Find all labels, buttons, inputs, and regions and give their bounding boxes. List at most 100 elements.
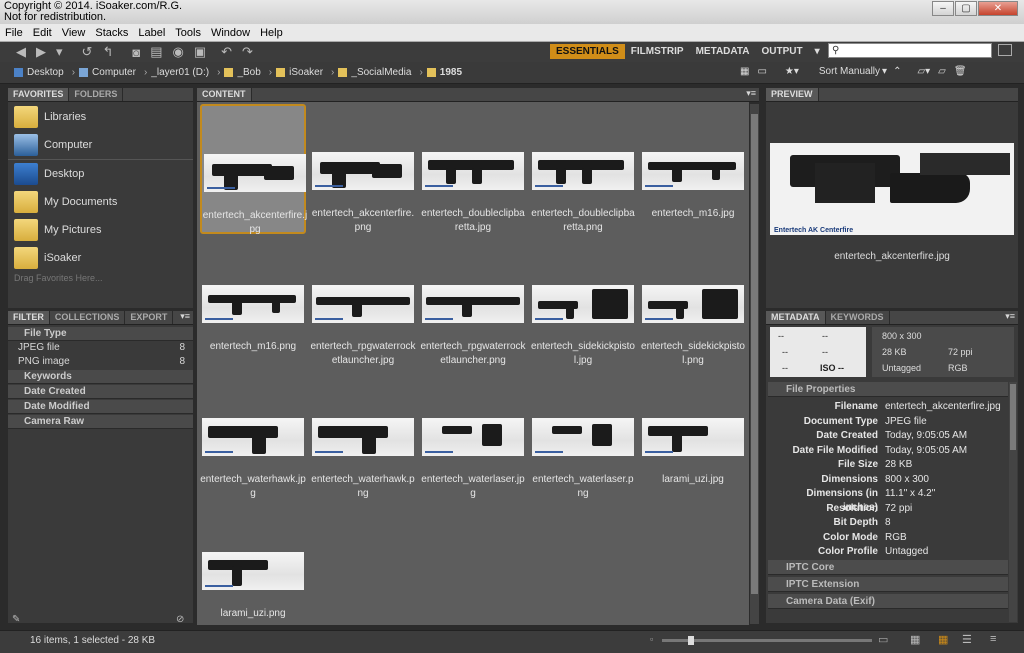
tab-collections[interactable]: COLLECTIONS [50, 311, 126, 324]
thumbnail-item[interactable]: entertech_sidekickpistol.jpg [530, 237, 636, 367]
back-icon[interactable]: ◀ [16, 44, 26, 60]
open-folder-icon[interactable]: ▱▾ [917, 66, 930, 77]
scroll-thumb[interactable] [1010, 384, 1016, 450]
thumbnail-item[interactable]: entertech_waterlaser.png [530, 370, 636, 500]
close-button[interactable]: ✕ [978, 1, 1018, 16]
zoom-out-icon[interactable]: ▫ [650, 634, 653, 644]
output-icon[interactable]: ▣ [194, 44, 206, 60]
section-iptc-core[interactable]: IPTC Core [768, 560, 1008, 575]
reveal-icon[interactable]: ↰ [102, 44, 113, 60]
workspace-output[interactable]: OUTPUT [755, 44, 808, 59]
thumbnail-item[interactable]: entertech_m16.jpg [640, 104, 746, 234]
favorite-isoaker[interactable]: iSoaker [14, 247, 81, 269]
sort-dropdown[interactable]: Sort Manually [819, 66, 880, 77]
crumb-socialmedia[interactable]: _SocialMedia › [338, 67, 423, 78]
filter-section-keywords[interactable]: Keywords [8, 370, 193, 384]
grid-icon[interactable]: ▦ [740, 66, 749, 77]
favorite-computer[interactable]: Computer [14, 134, 92, 156]
camera-icon[interactable]: ◙ [132, 45, 140, 60]
filter-png[interactable]: PNG image 8 [8, 355, 193, 369]
menu-file[interactable]: File [0, 27, 28, 39]
rotate-right-icon[interactable]: ↷ [242, 44, 253, 60]
quality-icon[interactable]: ▭ [757, 66, 766, 77]
tab-content[interactable]: CONTENT [197, 88, 252, 101]
tab-metadata[interactable]: METADATA [766, 311, 826, 324]
new-window-icon[interactable] [998, 44, 1012, 56]
boomerang-icon[interactable]: ↺ [82, 44, 93, 60]
thumbnail-item[interactable]: entertech_waterhawk.jpg [200, 370, 306, 500]
tab-favorites[interactable]: FAVORITES [8, 88, 70, 101]
section-camera-data[interactable]: Camera Data (Exif) [768, 594, 1008, 609]
thumbnail-item[interactable]: entertech_doubleclipbaretta.jpg [420, 104, 526, 234]
thumbnail-item[interactable]: entertech_m16.png [200, 237, 306, 367]
workspace-filmstrip[interactable]: FILMSTRIP [625, 44, 690, 59]
panel-menu-icon[interactable]: ▾≡ [1005, 311, 1018, 324]
thumbnail-item[interactable]: entertech_akcenterfire.png [310, 104, 416, 234]
thumbnail-size-slider[interactable] [662, 636, 872, 645]
filter-section-file-type[interactable]: File Type [8, 327, 193, 341]
search-input[interactable]: ⚲ [828, 43, 992, 58]
menu-label[interactable]: Label [133, 27, 170, 39]
tab-filter[interactable]: FILTER [8, 311, 50, 324]
view-grid-icon[interactable]: ▦ [910, 633, 920, 646]
filter-section-date-created[interactable]: Date Created [8, 385, 193, 399]
refine-icon[interactable]: ▤ [150, 44, 162, 60]
metadata-scrollbar[interactable] [1009, 382, 1017, 622]
thumbnail-item[interactable]: entertech_doubleclipbaretta.png [530, 104, 636, 234]
clear-filter-icon[interactable]: ⊘ [176, 614, 184, 625]
tab-export[interactable]: EXPORT [125, 311, 174, 324]
sort-chevron-icon[interactable]: ▾ [882, 66, 887, 77]
menu-window[interactable]: Window [206, 27, 255, 39]
workspace-metadata[interactable]: METADATA [690, 44, 756, 59]
favorite-libraries[interactable]: Libraries [14, 106, 86, 128]
section-iptc-extension[interactable]: IPTC Extension [768, 577, 1008, 592]
tab-preview[interactable]: PREVIEW [766, 88, 819, 101]
filter-section-camera-raw[interactable]: Camera Raw [8, 415, 193, 429]
thumbnail-item[interactable]: entertech_waterhawk.png [310, 370, 416, 500]
filter-jpeg[interactable]: JPEG file 8 [8, 341, 193, 355]
thumbnail-item[interactable]: larami_uzi.png [200, 504, 306, 634]
open-with-icon[interactable]: ◉ [173, 44, 184, 60]
crumb-isoaker[interactable]: iSoaker › [276, 67, 334, 78]
slider-handle[interactable] [688, 636, 694, 645]
panel-menu-icon[interactable]: ▾≡ [746, 88, 759, 101]
crumb-layer01[interactable]: _layer01 (D:) › [151, 67, 220, 78]
view-details-icon[interactable]: ☰ [962, 633, 972, 646]
thumbnail-item[interactable]: entertech_waterlaser.jpg [420, 370, 526, 500]
new-folder-icon[interactable]: ▱ [938, 66, 946, 77]
history-dropdown-icon[interactable]: ▾ [56, 44, 63, 60]
view-thumbnails-icon[interactable]: ▦ [938, 633, 948, 646]
menu-edit[interactable]: Edit [28, 27, 57, 39]
crumb-1985[interactable]: 1985 [426, 67, 462, 78]
filter-section-date-modified[interactable]: Date Modified [8, 400, 193, 414]
crumb-bob[interactable]: _Bob › [224, 67, 272, 78]
zoom-in-icon[interactable]: ▭ [878, 633, 888, 646]
rotate-left-icon[interactable]: ↶ [221, 44, 232, 60]
pin-icon[interactable]: ✎ [12, 614, 20, 625]
maximize-button[interactable]: ▢ [955, 1, 977, 16]
crumb-computer[interactable]: Computer › [79, 67, 147, 78]
forward-icon[interactable]: ▶ [36, 44, 46, 60]
menu-stacks[interactable]: Stacks [90, 27, 133, 39]
section-file-properties[interactable]: File Properties [768, 382, 1008, 397]
sort-ascending-icon[interactable]: ⌃ [893, 66, 901, 77]
thumbnail-item[interactable]: entertech_akcenterfire.jpg [200, 104, 307, 235]
delete-icon[interactable]: 🗑 [954, 66, 967, 77]
crumb-desktop[interactable]: Desktop › [14, 67, 75, 78]
favorite-my-documents[interactable]: My Documents [14, 191, 117, 213]
workspace-more-icon[interactable]: ▾ [809, 44, 826, 59]
thumbnail-item[interactable]: entertech_rpgwaterrocketlauncher.png [420, 237, 526, 367]
thumbnail-item[interactable]: larami_uzi.jpg [640, 370, 746, 500]
favorite-desktop[interactable]: Desktop [14, 163, 84, 185]
workspace-essentials[interactable]: ESSENTIALS [550, 43, 625, 59]
menu-view[interactable]: View [57, 27, 91, 39]
menu-help[interactable]: Help [255, 27, 288, 39]
star-filter-icon[interactable]: ★▾ [785, 66, 799, 77]
thumbnail-item[interactable]: entertech_sidekickpistol.png [640, 237, 746, 367]
content-scrollbar[interactable] [750, 104, 759, 624]
tab-folders[interactable]: FOLDERS [69, 88, 124, 101]
tab-keywords[interactable]: KEYWORDS [826, 311, 890, 324]
scroll-thumb[interactable] [751, 114, 758, 594]
thumbnail-item[interactable]: entertech_rpgwaterrocketlauncher.jpg [310, 237, 416, 367]
panel-menu-icon[interactable]: ▾≡ [180, 311, 193, 324]
